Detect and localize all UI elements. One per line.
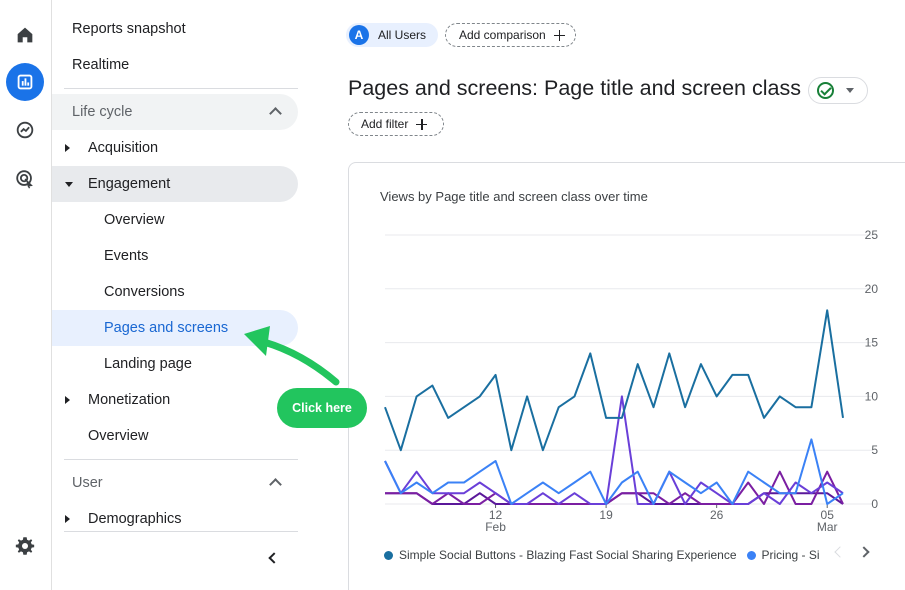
page-title: Pages and screens: Page title and screen… (348, 76, 801, 100)
click-here-badge: Click here (277, 388, 367, 428)
nav-divider (64, 88, 298, 89)
y-tick-label: 0 (871, 497, 878, 511)
x-tick-label: 19 (599, 508, 613, 522)
reports-icon[interactable] (6, 63, 44, 101)
add-comparison-label: Add comparison (459, 28, 546, 42)
nav-events-label: Events (104, 248, 149, 264)
legend-item[interactable]: Pricing - Si (746, 548, 820, 562)
explore-icon[interactable] (6, 111, 44, 149)
y-tick-label: 15 (865, 336, 879, 350)
nav-engagement-overview[interactable]: Overview (52, 202, 298, 238)
y-tick-label: 20 (865, 282, 879, 296)
chevron-up-icon (269, 107, 282, 120)
legend-label: Pricing - Si (761, 548, 820, 562)
series-line-1 (384, 309, 844, 452)
nav-acquisition-label: Acquisition (88, 140, 159, 156)
settings-icon[interactable] (6, 527, 44, 565)
add-comparison-button[interactable]: Add comparison (445, 23, 576, 47)
x-tick-month-label: Feb (485, 520, 506, 534)
report-status-dropdown[interactable] (808, 77, 868, 104)
legend-item[interactable]: Simple Social Buttons - Blazing Fast Soc… (384, 548, 737, 562)
all-users-label: All Users (378, 28, 427, 42)
nav-engagement-label: Engagement (88, 176, 171, 192)
collapse-nav-button[interactable] (262, 548, 282, 568)
advertising-icon[interactable] (6, 160, 44, 198)
nav-demographics-label: Demographics (88, 511, 182, 527)
home-icon[interactable] (6, 16, 44, 54)
all-users-chip[interactable]: A All Users (346, 23, 438, 47)
line-chart: 051015202512Feb19 26 05Mar (384, 228, 879, 534)
x-tick-month-label: Mar (817, 520, 838, 534)
app-rail (0, 0, 52, 590)
nav-landing-page-label: Landing page (104, 356, 192, 372)
nav-monetization-overview[interactable]: Overview (52, 418, 298, 454)
nav-monetization-label: Monetization (88, 392, 171, 408)
nav-pages-and-screens-label: Pages and screens (104, 320, 229, 336)
legend-dot (384, 550, 393, 560)
avatar: A (349, 25, 369, 45)
collapse-arrow-icon (65, 181, 73, 187)
nav-engagement[interactable]: Engagement (52, 166, 298, 202)
nav-section-user[interactable]: User (52, 465, 298, 501)
add-filter-label: Add filter (361, 117, 409, 131)
plus-icon (553, 29, 565, 41)
nav-conversions[interactable]: Conversions (52, 274, 298, 310)
chevron-left-icon (268, 552, 280, 564)
nav-section-lifecycle[interactable]: Life cycle (52, 94, 298, 130)
nav-acquisition[interactable]: Acquisition (52, 130, 298, 166)
nav-engagement-overview-label: Overview (104, 212, 165, 228)
legend-dot (746, 550, 756, 560)
y-tick-label: 10 (865, 389, 879, 403)
chart-title: Views by Page title and screen class ove… (380, 189, 648, 204)
nav-divider (64, 459, 298, 460)
nav-conversions-label: Conversions (104, 284, 185, 300)
nav-reports-snapshot-label: Reports snapshot (72, 21, 186, 37)
x-tick-label: 26 (710, 508, 724, 522)
nav-monetization-overview-label: Overview (88, 428, 149, 444)
y-tick-label: 25 (865, 228, 879, 242)
check-circle-icon (817, 82, 834, 99)
nav-divider (64, 531, 298, 532)
chevron-up-icon (269, 478, 282, 491)
chart-legend: Simple Social Buttons - Blazing Fast Soc… (384, 547, 824, 563)
nav-section-lifecycle-label: Life cycle (72, 104, 133, 120)
expand-arrow-icon (65, 396, 70, 404)
caret-down-icon (846, 88, 854, 93)
report-navigation: Reports snapshot Realtime Life cycle Acq… (52, 0, 308, 590)
expand-arrow-icon (65, 515, 70, 523)
plus-icon (416, 118, 428, 130)
annotation-arrow (244, 326, 340, 386)
nav-reports-snapshot[interactable]: Reports snapshot (52, 11, 298, 47)
add-filter-button[interactable]: Add filter (348, 112, 444, 136)
nav-realtime-label: Realtime (72, 57, 130, 73)
y-tick-label: 5 (871, 443, 878, 457)
legend-label: Simple Social Buttons - Blazing Fast Soc… (399, 548, 737, 562)
expand-arrow-icon (65, 144, 70, 152)
nav-realtime[interactable]: Realtime (52, 47, 298, 83)
nav-events[interactable]: Events (52, 238, 298, 274)
nav-section-user-label: User (72, 475, 103, 491)
